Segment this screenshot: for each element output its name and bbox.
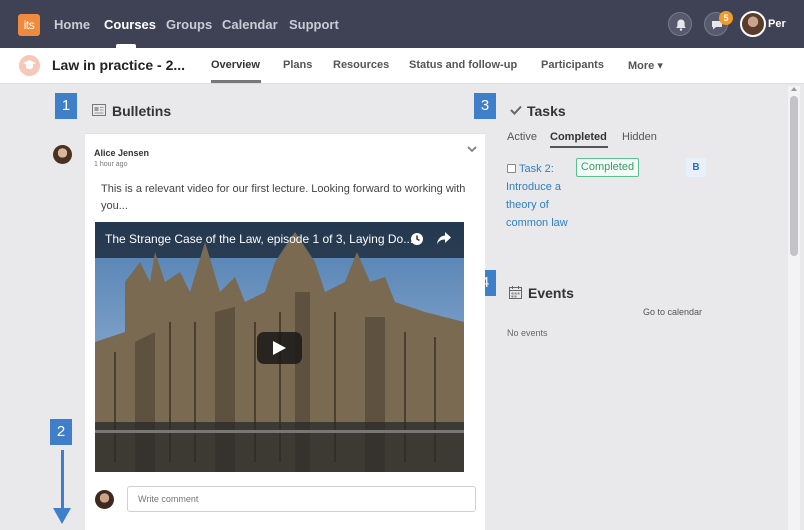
play-icon — [273, 341, 286, 355]
post-author-name[interactable]: Alice Jensen — [94, 148, 149, 158]
post-text: This is a relevant video for our first l… — [101, 183, 466, 212]
tab-resources[interactable]: Resources — [333, 59, 389, 71]
video-title[interactable]: The Strange Case of the Law, episode 1 o… — [105, 232, 413, 246]
embedded-video[interactable]: The Strange Case of the Law, episode 1 o… — [95, 222, 464, 472]
nav-item-courses[interactable]: Courses — [104, 17, 156, 32]
task-checkbox[interactable] — [507, 164, 516, 173]
post-timestamp: 1 hour ago — [94, 161, 128, 168]
course-header: Law in practice - 2... Overview Plans Re… — [0, 48, 804, 84]
annotation-arrow-shaft — [61, 450, 64, 514]
tab-plans[interactable]: Plans — [283, 59, 312, 71]
annotation-marker-1: 1 — [55, 93, 77, 119]
tasks-heading: Tasks — [527, 103, 566, 119]
tab-status-and-follow-up[interactable]: Status and follow-up — [409, 59, 517, 71]
chevron-down-icon[interactable] — [467, 146, 477, 153]
user-name[interactable]: Per — [768, 18, 786, 30]
annotation-marker-3: 3 — [474, 93, 496, 119]
task-tab-completed[interactable]: Completed — [550, 131, 607, 143]
no-events-text: No events — [507, 328, 548, 338]
nav-item-groups[interactable]: Groups — [166, 17, 212, 32]
calendar-icon — [509, 286, 522, 299]
go-to-calendar-link[interactable]: Go to calendar — [643, 307, 702, 317]
checkmark-icon — [510, 105, 522, 115]
author-avatar[interactable] — [53, 145, 72, 164]
task-status-badge: Completed — [576, 158, 639, 177]
tab-participants[interactable]: Participants — [541, 59, 604, 71]
messages-count-badge: 5 — [719, 11, 733, 25]
nav-item-calendar[interactable]: Calendar — [222, 17, 278, 32]
top-navigation-bar: its Home Courses Groups Calendar Support… — [0, 0, 804, 48]
task-grade-badge: B — [686, 158, 706, 177]
bulletins-heading: Bulletins — [112, 103, 172, 119]
course-icon — [19, 55, 40, 76]
graduation-cap-icon — [23, 60, 36, 70]
active-tab-indicator — [211, 80, 261, 83]
tab-more[interactable]: More ▾ — [628, 59, 663, 72]
play-button[interactable] — [257, 332, 302, 364]
annotation-marker-2: 2 — [50, 419, 72, 445]
scroll-up-arrow-icon[interactable] — [791, 87, 797, 91]
its-logo[interactable]: its — [18, 14, 40, 36]
scrollbar-thumb[interactable] — [790, 96, 798, 256]
task-tab-active[interactable]: Active — [507, 131, 537, 143]
course-title[interactable]: Law in practice - 2... — [52, 57, 185, 73]
nav-item-support[interactable]: Support — [289, 17, 339, 32]
nav-item-home[interactable]: Home — [54, 17, 90, 32]
comment-input[interactable] — [127, 486, 476, 512]
task-tab-indicator — [550, 146, 608, 148]
newspaper-icon — [92, 104, 106, 116]
bell-icon — [676, 19, 686, 31]
tab-overview[interactable]: Overview — [211, 59, 260, 71]
commenter-avatar — [95, 490, 114, 509]
events-heading: Events — [528, 285, 574, 301]
annotation-arrow-down-icon — [53, 508, 71, 524]
share-arrow-icon[interactable] — [437, 232, 451, 245]
user-avatar[interactable] — [740, 11, 766, 37]
notifications-button[interactable] — [668, 12, 692, 36]
watch-later-clock-icon[interactable] — [410, 232, 424, 246]
task-tab-hidden[interactable]: Hidden — [622, 131, 657, 143]
